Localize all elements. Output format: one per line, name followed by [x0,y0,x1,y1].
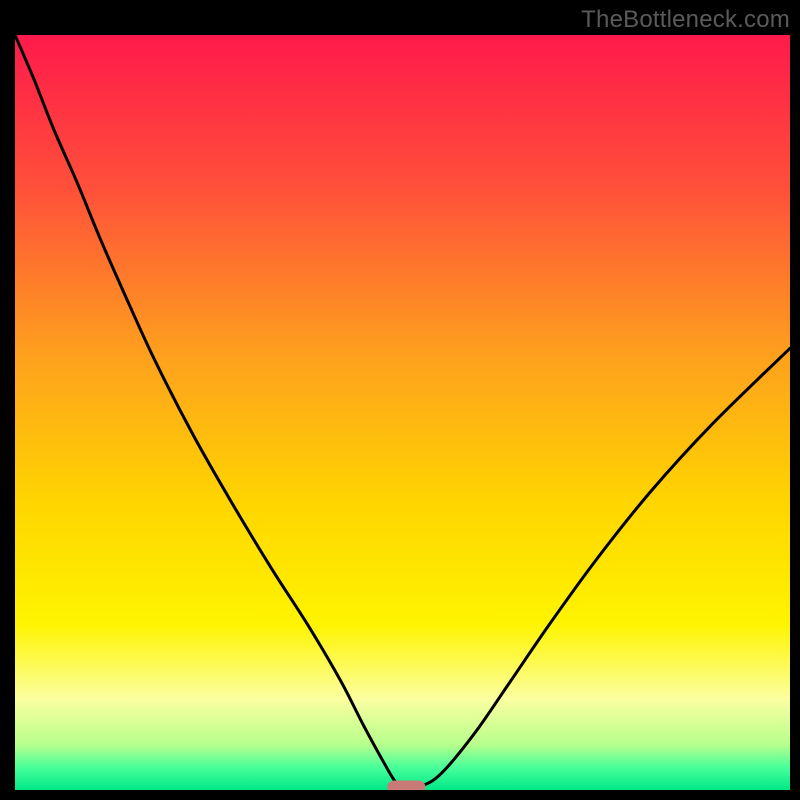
watermark-text: TheBottleneck.com [581,6,790,34]
bottleneck-chart [0,0,800,800]
chart-background-gradient [15,35,790,790]
chart-stage: TheBottleneck.com [0,0,800,800]
